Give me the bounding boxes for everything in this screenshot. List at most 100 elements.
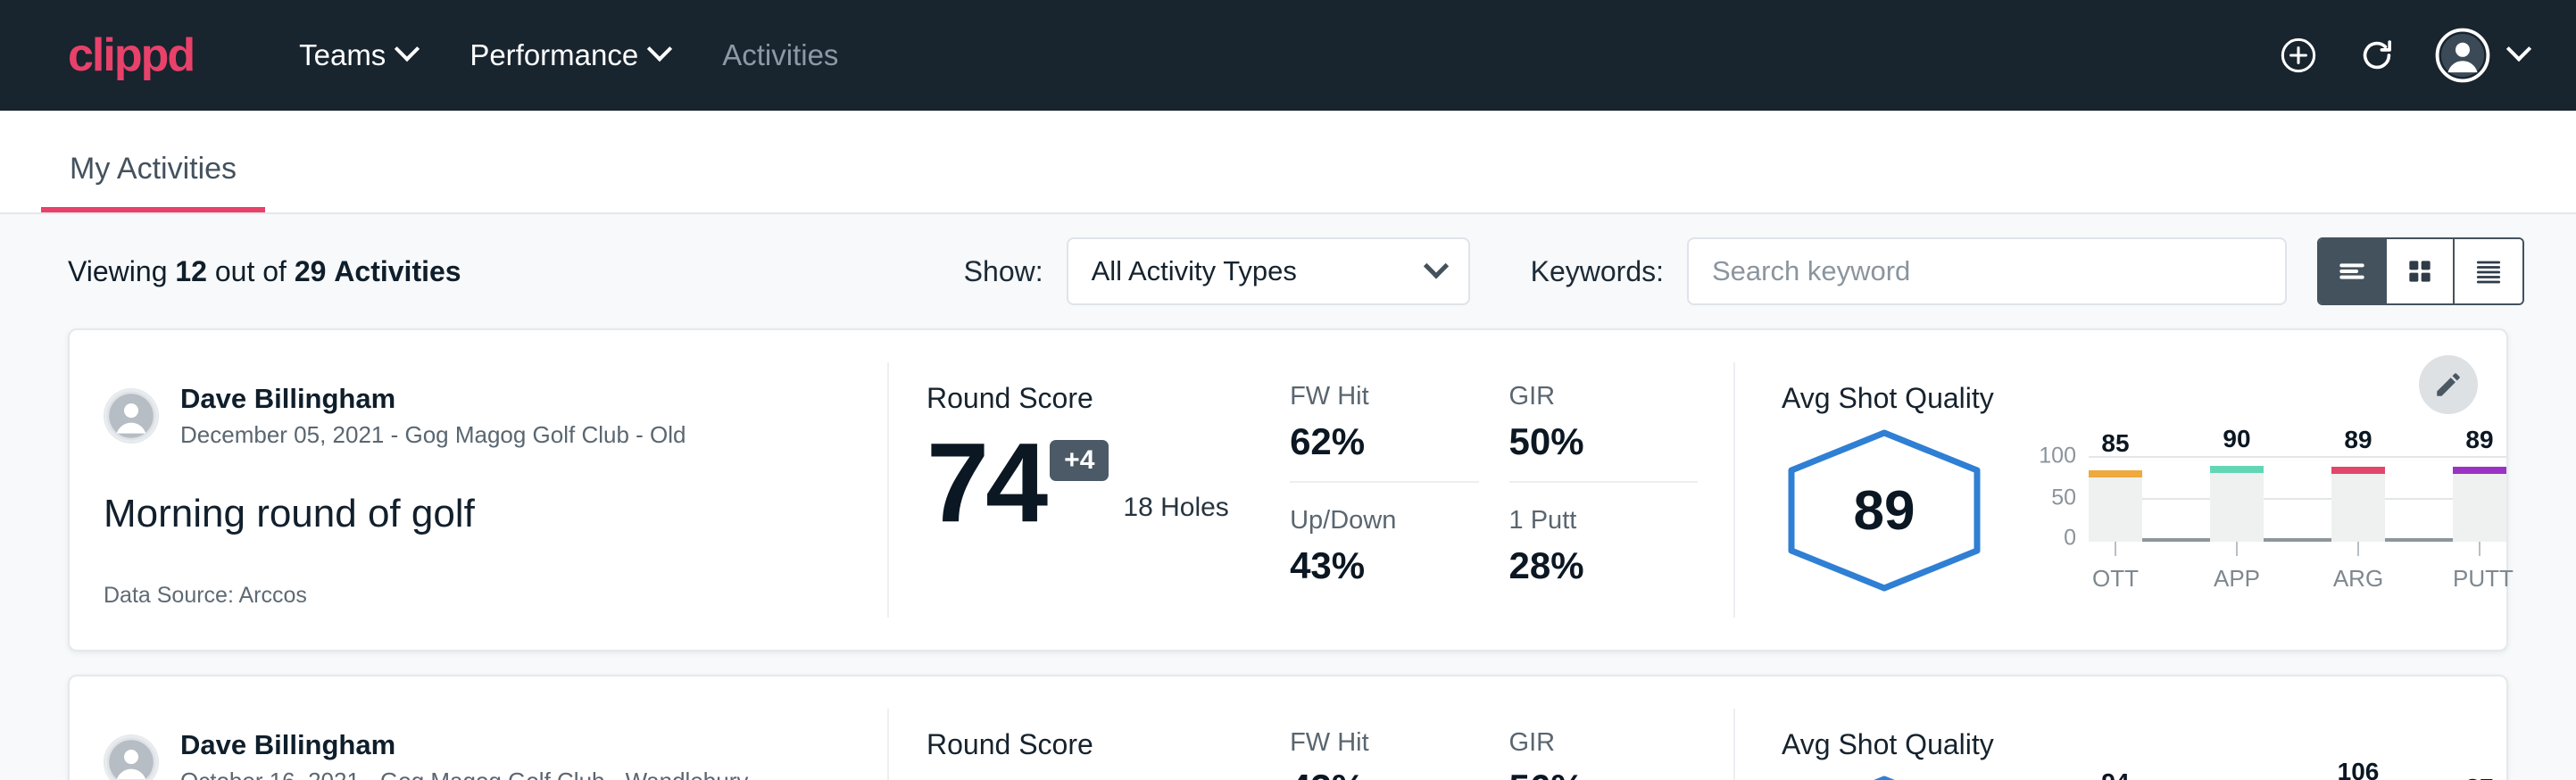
edit-activity-button[interactable] [2419, 355, 2478, 414]
bar-value-label: 85 [2089, 429, 2142, 458]
bar-slot: 85 [2089, 445, 2142, 542]
bar-cap [2089, 470, 2142, 477]
bar-value-label: 90 [2210, 425, 2264, 453]
grid-view-icon[interactable] [2387, 239, 2455, 303]
stat-label: Up/Down [1290, 506, 1478, 535]
x-axis-label: APP [2210, 565, 2264, 593]
x-axis-label: OTT [2089, 565, 2142, 593]
nav-actions [2278, 28, 2528, 83]
bar-value-label: 106 [2331, 758, 2385, 780]
stat-label: FW Hit [1290, 728, 1478, 758]
avatar [104, 734, 159, 780]
shot-quality-hexagon [1782, 774, 1987, 780]
activity-meta: December 05, 2021 - Gog Magog Golf Club … [180, 420, 686, 451]
round-score-section: Round Score [889, 709, 1290, 780]
stat-label: GIR [1509, 382, 1698, 411]
round-score-label: Round Score [927, 728, 1281, 761]
x-axis-tick: APP [2210, 542, 2264, 593]
viewing-count: 12 [175, 255, 207, 287]
activity-card[interactable]: Dave Billingham December 05, 2021 - Gog … [68, 328, 2508, 651]
x-axis-tick: OTT [2089, 542, 2142, 593]
tick-mark [2357, 542, 2359, 556]
author-name: Dave Billingham [180, 382, 686, 417]
stat-label: FW Hit [1290, 382, 1478, 411]
person-icon [104, 734, 159, 780]
shot-quality-hexagon: 89 [1782, 427, 1987, 593]
bar-value-label: 89 [2453, 426, 2506, 454]
activity-author: Dave Billingham October 16, 2021 - Gog M… [104, 728, 852, 780]
round-score-section: Round Score 74 +4 18 Holes [889, 362, 1290, 618]
show-label: Show: [964, 255, 1043, 288]
stat-cell: Up/Down 43% [1290, 506, 1478, 596]
bar-slot: 89 [2453, 445, 2506, 542]
chart-bars: 85 90 89 89 [2089, 445, 2506, 542]
nav-item-activities[interactable]: Activities [695, 26, 865, 85]
holes-played: 18 Holes [1123, 493, 1228, 530]
bar[interactable] [2453, 467, 2506, 542]
x-axis-tick: ARG [2331, 542, 2385, 593]
viewing-mid: out of [215, 255, 287, 287]
stat-value: 50% [1509, 420, 1698, 463]
tick-mark [2115, 542, 2116, 556]
nav-item-teams[interactable]: Teams [272, 26, 443, 85]
account-menu[interactable] [2435, 28, 2528, 83]
round-score-value: 74 [927, 435, 1044, 530]
stat-value: 28% [1509, 544, 1698, 587]
tick-mark [2236, 542, 2238, 556]
activity-card[interactable]: Dave Billingham October 16, 2021 - Gog M… [68, 675, 2508, 780]
nav-item-activities-label: Activities [722, 38, 838, 72]
stat-value: 43% [1290, 767, 1478, 780]
bar[interactable] [2089, 470, 2142, 542]
chevron-down-icon [2506, 37, 2531, 62]
author-text: Dave Billingham October 16, 2021 - Gog M… [180, 728, 748, 780]
y-axis-tick: 50 [2051, 485, 2076, 511]
y-axis-tick: 0 [2064, 526, 2076, 552]
shot-quality-section: Avg Shot Quality 89 0 50 100 85 [1735, 362, 2506, 618]
round-stats-grid: FW Hit 62% GIR 50% Up/Down 43% 1 Putt 28… [1290, 362, 1735, 618]
stat-cell: GIR 50% [1509, 382, 1698, 483]
activity-identity: Dave Billingham December 05, 2021 - Gog … [70, 362, 889, 618]
shot-quality-score [1782, 774, 1987, 780]
activities-filter-bar: Viewing 12 out of 29 Activities Show: Al… [0, 214, 2576, 328]
stat-cell: GIR 56% [1509, 728, 1698, 780]
chevron-down-icon [395, 37, 420, 62]
bar-value-label: 89 [2331, 426, 2385, 454]
list-view-icon[interactable] [2319, 239, 2387, 303]
bar-cap [2453, 467, 2506, 474]
avatar [104, 388, 159, 444]
compact-view-icon[interactable] [2455, 239, 2522, 303]
shot-quality-section: Avg Shot Quality 0 50 100 94 [1735, 709, 2506, 780]
viewing-total: 29 [295, 255, 327, 287]
tab-my-activities[interactable]: My Activities [41, 154, 265, 212]
shot-quality-bar-chart: 0 50 100 94 82 106 87 [2033, 768, 2506, 780]
score-differential-badge: +4 [1050, 440, 1109, 481]
bar-slot: 89 [2331, 445, 2385, 542]
activity-type-select[interactable]: All Activity Types [1067, 237, 1470, 305]
activity-meta: October 16, 2021 - Gog Magog Golf Club -… [180, 767, 748, 780]
stat-cell: FW Hit 62% [1290, 382, 1478, 483]
chevron-down-icon [1423, 253, 1448, 278]
activity-identity: Dave Billingham October 16, 2021 - Gog M… [70, 709, 889, 780]
author-text: Dave Billingham December 05, 2021 - Gog … [180, 382, 686, 451]
add-circle-icon[interactable] [2278, 35, 2319, 76]
activity-data-source: Data Source: Arccos [104, 545, 852, 609]
stat-label: 1 Putt [1509, 506, 1698, 535]
stat-value: 43% [1290, 544, 1478, 587]
stat-value: 56% [1509, 767, 1698, 780]
app-logo[interactable]: clippd [68, 32, 194, 79]
bar[interactable] [2331, 467, 2385, 542]
viewing-count-text: Viewing 12 out of 29 Activities [68, 255, 461, 288]
nav-item-performance[interactable]: Performance [443, 26, 695, 85]
activity-title: Morning round of golf [104, 492, 852, 536]
primary-nav: Teams Performance Activities [272, 26, 865, 85]
bar-cap [2210, 466, 2264, 473]
tick-mark [2479, 542, 2480, 556]
shot-quality-label: Avg Shot Quality [1782, 382, 2506, 415]
stat-label: GIR [1509, 728, 1698, 758]
y-axis-tick: 100 [2039, 444, 2076, 469]
shot-quality-body: 89 0 50 100 85 90 89 [1782, 422, 2506, 601]
bar[interactable] [2210, 466, 2264, 542]
account-avatar-icon [2435, 28, 2490, 83]
refresh-icon[interactable] [2356, 35, 2397, 76]
search-input[interactable]: Search keyword [1687, 237, 2287, 305]
